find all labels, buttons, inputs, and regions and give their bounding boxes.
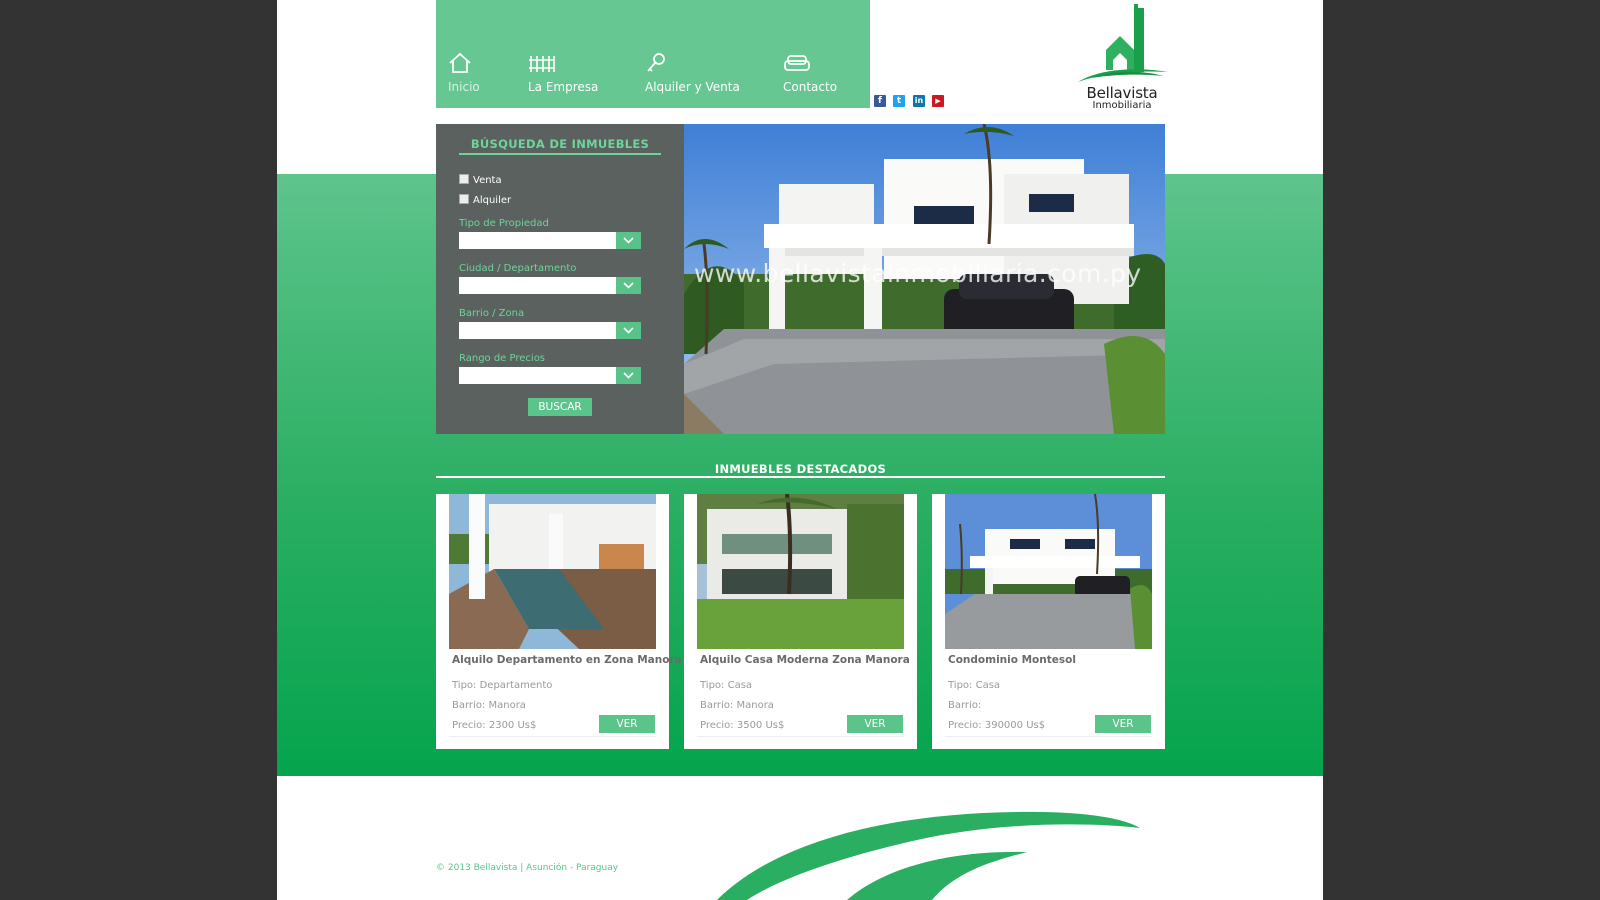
chevron-down-icon[interactable] — [616, 322, 641, 339]
property-title[interactable]: Alquilo Departamento en Zona Manora — [452, 654, 682, 666]
ver-button[interactable]: VER — [847, 715, 903, 733]
logo-sub: Inmobiliaria — [1092, 100, 1152, 111]
facebook-icon[interactable]: f — [874, 95, 886, 107]
alquiler-checkbox[interactable]: Alquiler — [459, 194, 511, 206]
sofa-icon — [784, 55, 810, 71]
property-tipo: Tipo: Casa — [700, 680, 753, 691]
buscar-button[interactable]: BUSCAR — [528, 398, 592, 416]
chevron-down-icon[interactable] — [616, 367, 641, 384]
featured-underline — [436, 476, 1165, 478]
tipo-label: Tipo de Propiedad — [459, 218, 549, 229]
rango-label: Rango de Precios — [459, 353, 546, 364]
rango-select[interactable] — [459, 367, 641, 384]
logo[interactable]: Bellavista Inmobiliaria — [1072, 0, 1172, 114]
card-divider — [697, 736, 904, 737]
property-barrio: Barrio: Manora — [452, 700, 526, 711]
property-photo[interactable] — [449, 494, 656, 649]
property-card[interactable]: Alquilo Departamento en Zona Manora Tipo… — [436, 494, 682, 749]
ciudad-label: Ciudad / Departamento — [459, 263, 577, 274]
venta-label: Venta — [473, 175, 502, 186]
fence-icon — [529, 56, 555, 72]
nav-label: Inicio — [448, 80, 480, 94]
property-precio: Precio: 3500 Us$ — [700, 720, 785, 731]
barrio-select[interactable] — [459, 322, 641, 339]
hero-image: www.bellavistainmobiliaria.com.py — [684, 124, 1165, 434]
nav-label: La Empresa — [528, 80, 599, 94]
search-title-underline — [459, 153, 661, 155]
venta-checkbox[interactable]: Venta — [459, 174, 502, 186]
property-card[interactable]: Alquilo Casa Moderna Zona Manora Tipo: C… — [684, 494, 917, 749]
nav-label: Alquiler y Venta — [645, 80, 740, 94]
nav-item-la-empresa[interactable]: La Empresa — [528, 52, 598, 94]
linkedin-icon[interactable]: in — [913, 95, 925, 107]
ver-button[interactable]: VER — [599, 715, 655, 733]
property-title[interactable]: Condominio Montesol — [948, 654, 1163, 666]
search-title: BÚSQUEDA DE INMUEBLES — [470, 137, 650, 151]
card-divider — [945, 736, 1152, 737]
property-barrio: Barrio: Manora — [700, 700, 774, 711]
property-title[interactable]: Alquilo Casa Moderna Zona Manora — [700, 654, 915, 666]
hero-watermark: www.bellavistainmobiliaria.com.py — [694, 259, 1142, 288]
footer-swoosh-graphic — [717, 811, 1140, 900]
page: Inicio La Empresa Alquiler y Venta Conta… — [277, 0, 1323, 900]
property-tipo: Tipo: Departamento — [452, 680, 553, 691]
property-photo[interactable] — [697, 494, 904, 649]
property-precio: Precio: 2300 Us$ — [452, 720, 537, 731]
ciudad-select[interactable] — [459, 277, 641, 294]
card-divider — [449, 736, 656, 737]
chevron-down-icon[interactable] — [616, 232, 641, 249]
property-tipo: Tipo: Casa — [948, 680, 1001, 691]
nav-label: Contacto — [783, 80, 838, 94]
youtube-icon[interactable]: ▶ — [932, 95, 944, 107]
ver-button[interactable]: VER — [1095, 715, 1151, 733]
logo-mark-icon — [1078, 4, 1168, 82]
chevron-down-icon[interactable] — [616, 277, 641, 294]
property-precio: Precio: 390000 Us$ — [948, 720, 1046, 731]
search-panel: BÚSQUEDA DE INMUEBLES Venta Alquiler Tip… — [436, 124, 684, 434]
barrio-label: Barrio / Zona — [459, 308, 525, 319]
featured-title: INMUEBLES DESTACADOS — [714, 462, 887, 476]
property-card[interactable]: Condominio Montesol Tipo: Casa Barrio: P… — [932, 494, 1165, 749]
checkbox-box[interactable] — [459, 194, 469, 204]
alquiler-label: Alquiler — [473, 195, 512, 206]
property-barrio: Barrio: — [948, 700, 982, 711]
key-icon — [647, 53, 665, 72]
nav-item-inicio[interactable]: Inicio — [448, 52, 480, 94]
property-photo[interactable] — [945, 494, 1152, 649]
nav-item-alquiler-venta[interactable]: Alquiler y Venta — [645, 52, 740, 94]
footer-copyright: © 2013 Bellavista | Asunción - Paraguay — [436, 863, 619, 873]
home-icon — [449, 52, 471, 73]
checkbox-box[interactable] — [459, 174, 469, 184]
twitter-icon[interactable]: t — [893, 95, 905, 107]
main-nav: Inicio La Empresa Alquiler y Venta Conta… — [436, 0, 870, 108]
nav-item-contacto[interactable]: Contacto — [783, 52, 837, 94]
tipo-select[interactable] — [459, 232, 641, 249]
